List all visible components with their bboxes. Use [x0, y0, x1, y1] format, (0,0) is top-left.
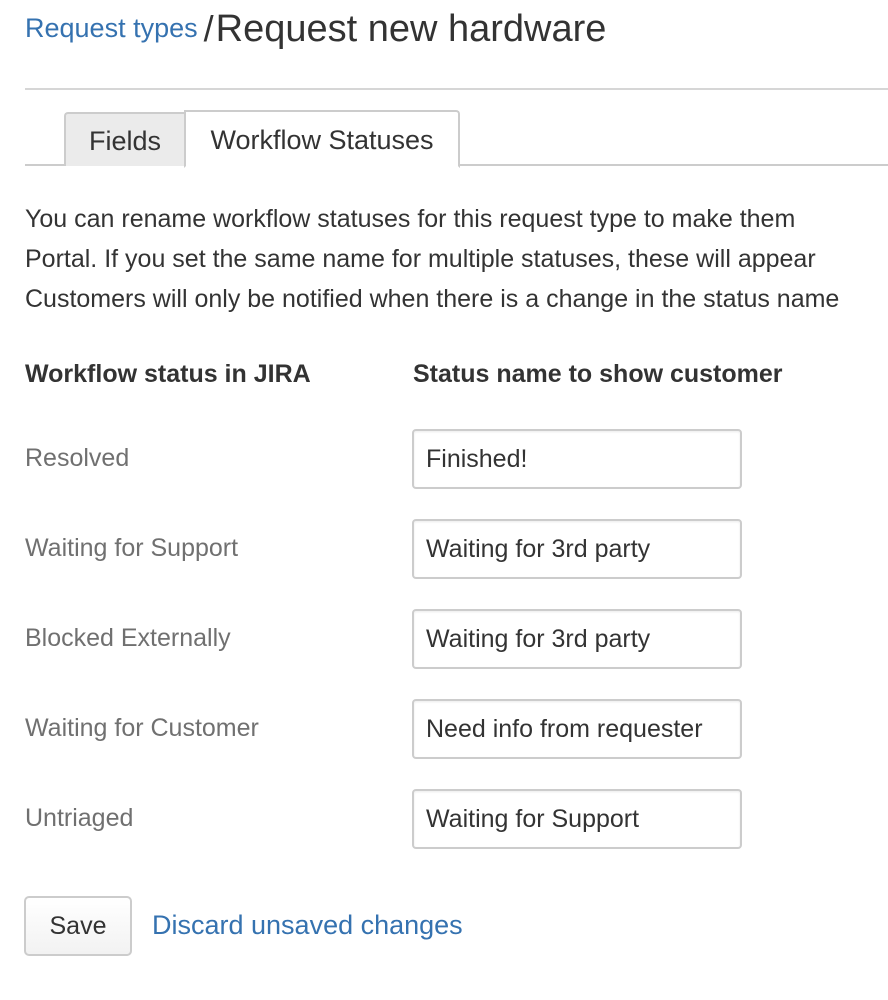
description-text: You can rename workflow statuses for thi… — [25, 199, 888, 319]
jira-status-label: Waiting for Customer — [25, 714, 259, 742]
page-title: Request new hardware — [215, 8, 607, 50]
customer-status-input[interactable] — [412, 789, 742, 849]
header-divider — [25, 88, 888, 90]
description-line: Customers will only be notified when the… — [25, 285, 840, 313]
description-line: You can rename workflow statuses for thi… — [25, 205, 796, 233]
tab-bar: Fields Workflow Statuses — [25, 110, 888, 168]
jira-status-label: Blocked Externally — [25, 624, 231, 652]
customer-status-input[interactable] — [412, 609, 742, 669]
breadcrumb-separator: / — [203, 8, 214, 49]
discard-changes-link[interactable]: Discard unsaved changes — [152, 910, 463, 941]
breadcrumb-request-types-link[interactable]: Request types — [25, 13, 198, 43]
save-button[interactable]: Save — [24, 896, 132, 956]
column-header-customer-name: Status name to show customer — [413, 360, 783, 388]
customer-status-input[interactable] — [412, 699, 742, 759]
jira-status-label: Untriaged — [25, 804, 134, 832]
description-line: Portal. If you set the same name for mul… — [25, 245, 816, 273]
breadcrumb: Request types/Request new hardware — [25, 8, 606, 51]
jira-status-label: Resolved — [25, 444, 130, 472]
customer-status-input[interactable] — [412, 429, 742, 489]
jira-status-label: Waiting for Support — [25, 534, 239, 562]
tab-workflow-statuses[interactable]: Workflow Statuses — [184, 110, 460, 168]
column-header-jira-status: Workflow status in JIRA — [25, 360, 311, 388]
customer-status-input[interactable] — [412, 519, 742, 579]
page: Request types/Request new hardware Field… — [0, 0, 888, 1000]
tab-fields[interactable]: Fields — [64, 112, 184, 166]
